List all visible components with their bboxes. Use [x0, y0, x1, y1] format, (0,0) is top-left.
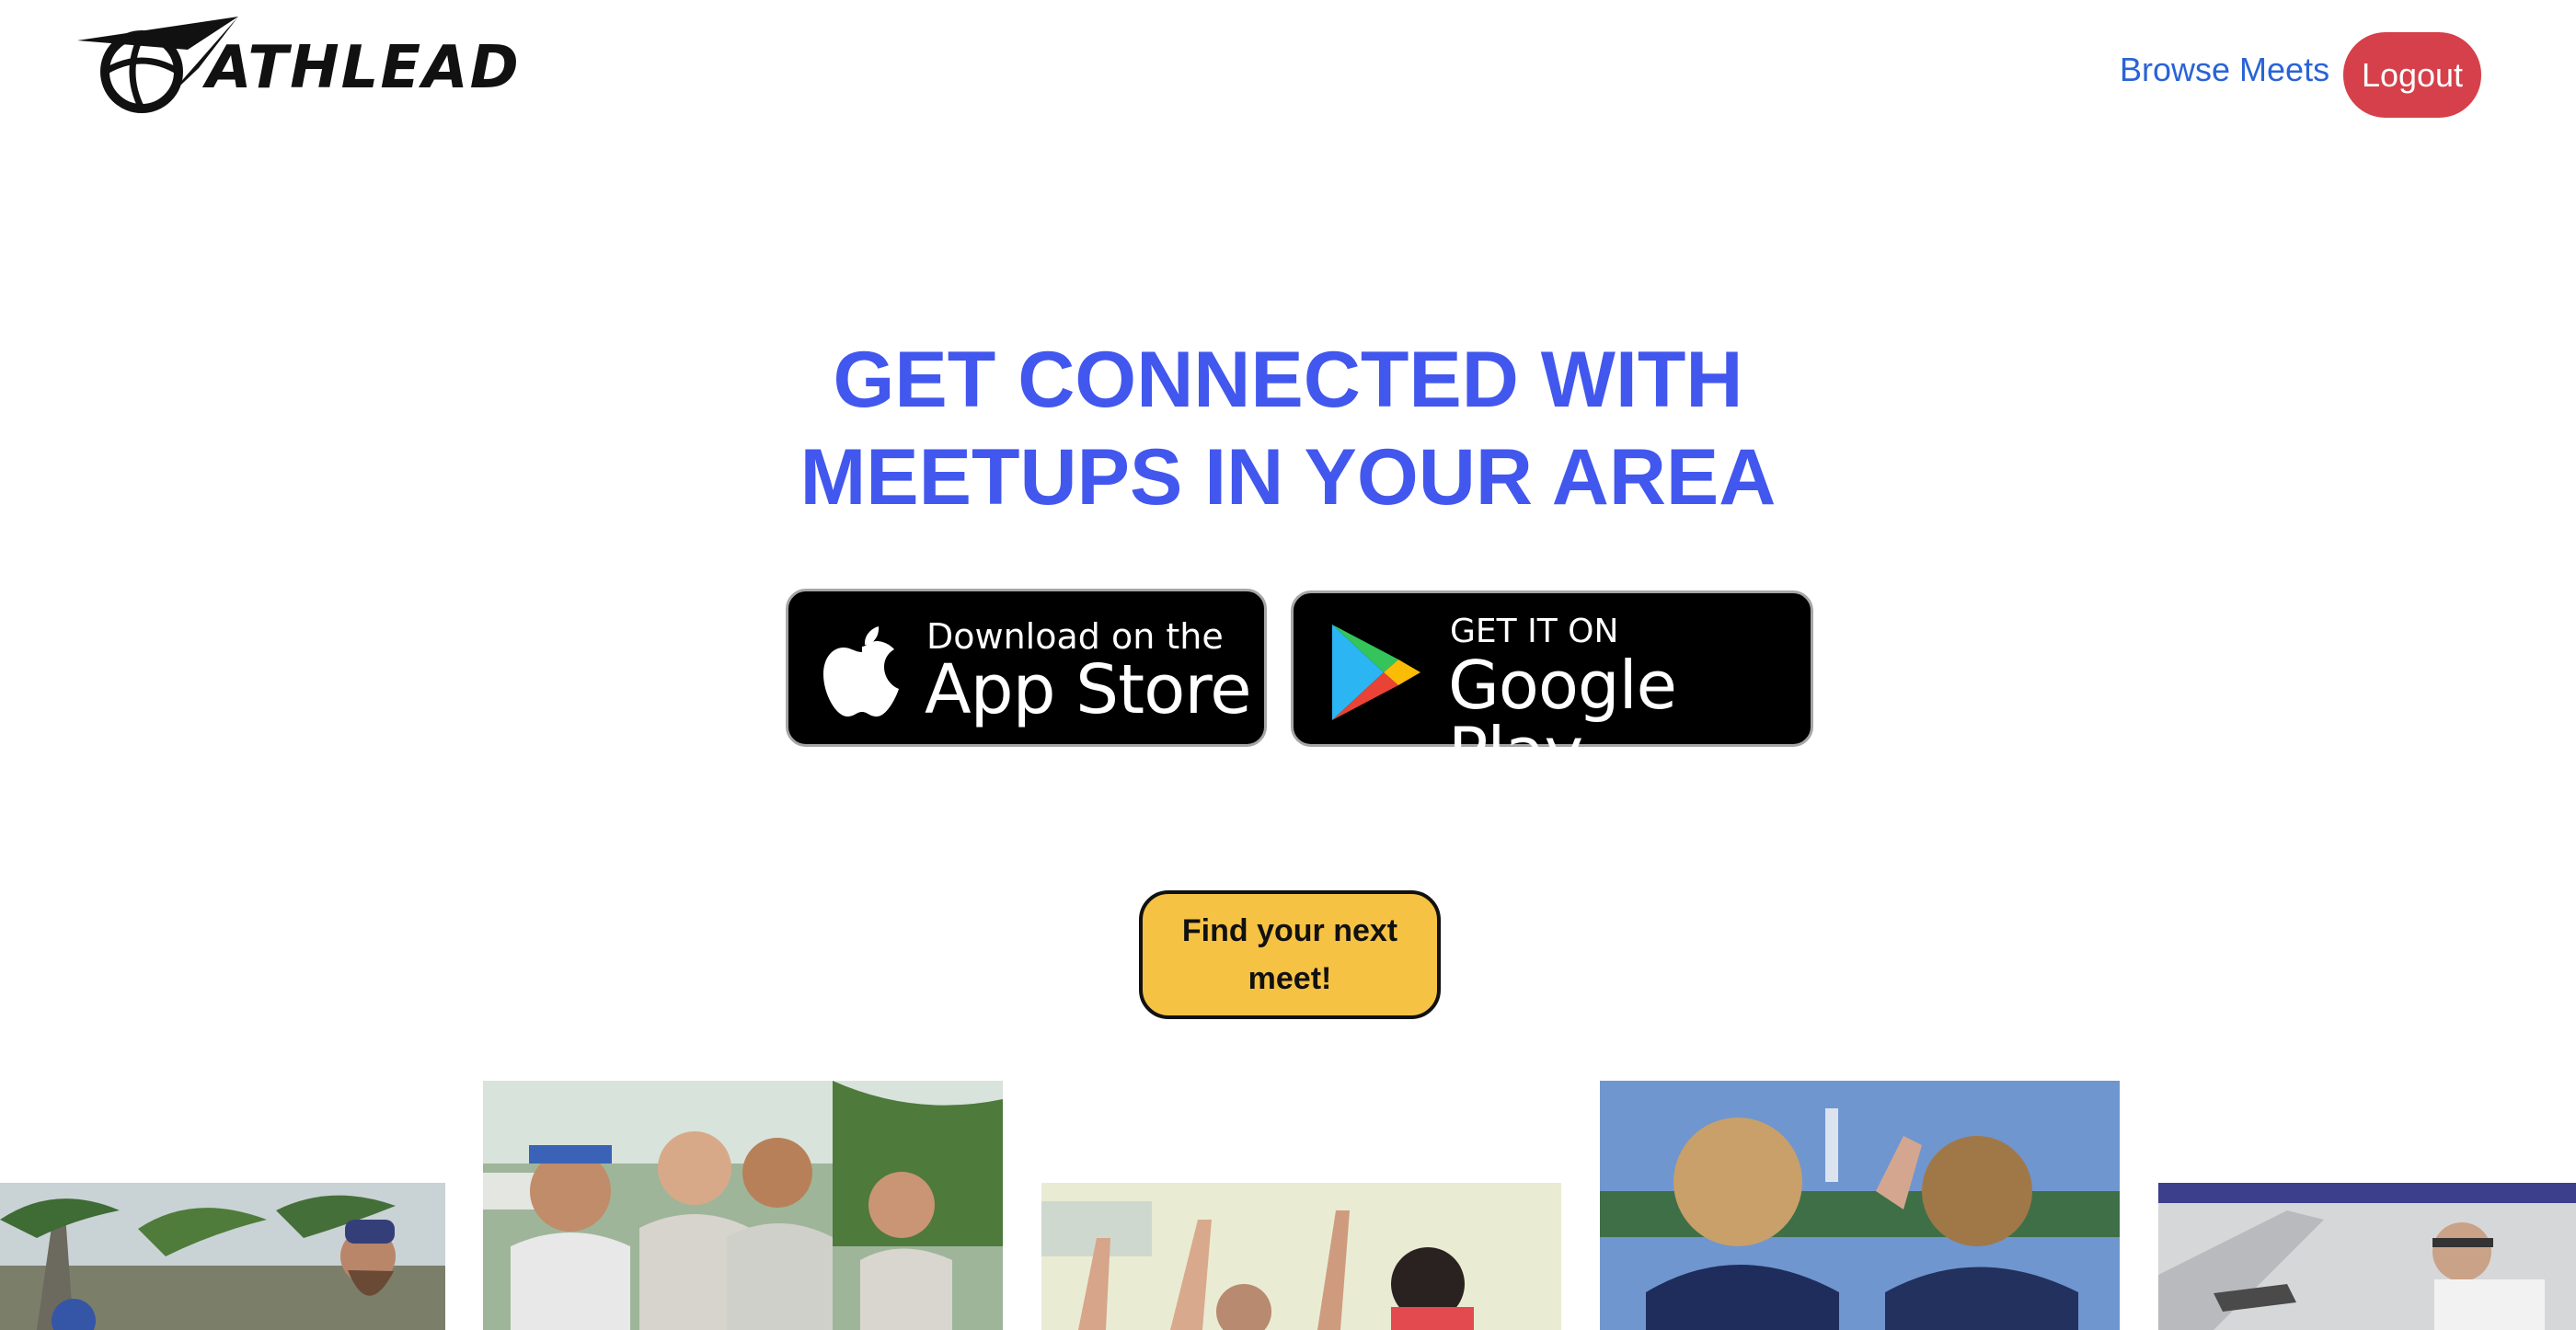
team-group-photo [483, 1081, 1003, 1330]
app-store-badge[interactable]: Download on the App Store [786, 589, 1267, 747]
google-play-big-text: Google Play [1448, 647, 1677, 790]
hero-headline: GET CONNECTED WITH MEETUPS IN YOUR AREA [644, 331, 1932, 526]
jerseys-celebration-photo [1600, 1081, 2120, 1330]
player-diving-photo [2158, 1183, 2576, 1330]
athlead-logo[interactable]: ATHLEAD [77, 13, 537, 120]
top-header: ATHLEAD Browse Meets Logout [0, 0, 2576, 156]
find-next-meet-button[interactable]: Find your next meet! [1139, 890, 1441, 1019]
apple-icon [823, 626, 899, 717]
indoor-high-five-photo [1041, 1183, 1561, 1330]
headline-line-1: GET CONNECTED WITH [833, 336, 1743, 424]
headline-line-2: MEETUPS IN YOUR AREA [799, 433, 1777, 522]
play-triangle-icon [1332, 625, 1420, 720]
logout-button[interactable]: Logout [2343, 32, 2481, 118]
logo-wordmark: ATHLEAD [206, 34, 521, 102]
app-store-small-text: Download on the [926, 616, 1224, 657]
google-play-badge[interactable]: GET IT ON Google Play [1291, 590, 1813, 785]
app-store-big-text: App Store [925, 650, 1252, 729]
google-play-small-text: GET IT ON [1450, 613, 1619, 650]
browse-meets-link[interactable]: Browse Meets [2120, 53, 2329, 86]
palm-trees-crowd-photo [0, 1183, 445, 1330]
